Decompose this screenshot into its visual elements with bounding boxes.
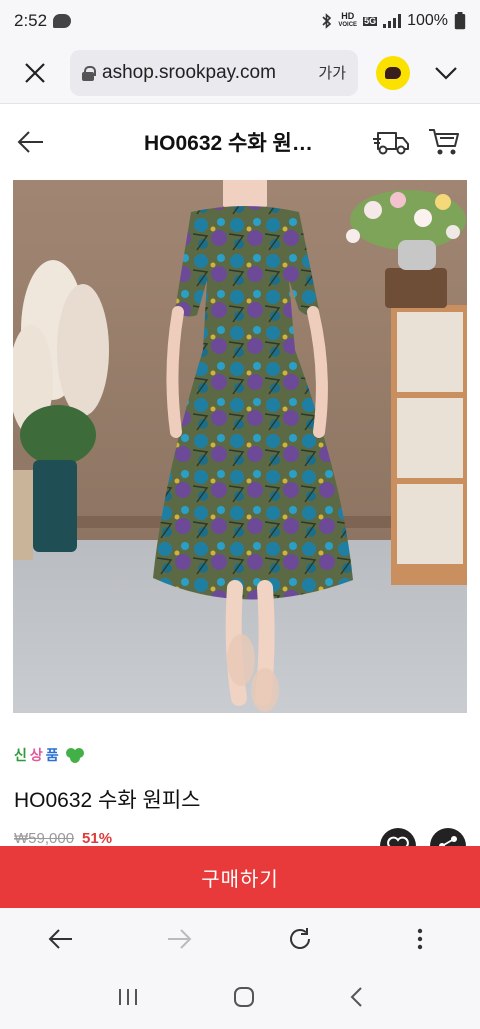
price-row: ₩59,000 51%	[14, 830, 112, 847]
battery-icon	[454, 12, 466, 30]
browser-navigation	[0, 908, 480, 970]
forward-arrow-icon	[168, 929, 192, 949]
browser-toolbar: ashop.srookpay.com 가가	[0, 42, 480, 104]
chevron-down-icon	[435, 66, 457, 80]
discount-rate: 51%	[82, 830, 113, 847]
recent-apps-button[interactable]	[117, 987, 139, 1012]
hd-voice-indicator: HD VOICE	[338, 11, 358, 29]
product-name: HO0632 수화 원피스	[14, 789, 201, 812]
reload-button[interactable]	[270, 909, 330, 969]
lock-icon	[82, 65, 96, 81]
page-header: HO0632 수화 원…	[0, 105, 480, 179]
signal-icon	[383, 14, 402, 28]
chat-bubble-icon	[385, 66, 401, 79]
back-button[interactable]	[0, 105, 60, 179]
menu-expand-button[interactable]	[434, 61, 458, 85]
more-menu-button[interactable]	[390, 909, 450, 969]
browser-back-button[interactable]	[30, 909, 90, 969]
recent-apps-icon	[119, 989, 137, 1005]
url-text: ashop.srookpay.com	[102, 61, 276, 83]
back-arrow-icon	[48, 929, 72, 949]
page-title: HO0632 수화 원…	[144, 132, 313, 155]
original-price: ₩59,000	[14, 830, 75, 847]
cart-icon[interactable]	[428, 127, 460, 157]
battery-level: 100%	[407, 12, 448, 29]
chat-notification-icon	[53, 14, 72, 28]
header-actions	[372, 127, 460, 157]
back-arrow-icon	[17, 131, 43, 153]
text-size-button[interactable]: 가가	[318, 62, 346, 83]
home-icon	[234, 987, 254, 1007]
system-navigation	[0, 970, 480, 1029]
kakao-talk-button[interactable]	[376, 55, 410, 90]
system-back-button[interactable]	[349, 986, 363, 1013]
chevron-left-icon	[350, 987, 362, 1007]
home-button[interactable]	[233, 986, 255, 1013]
5g-indicator: 5G	[363, 15, 378, 26]
address-bar[interactable]: ashop.srookpay.com 가가	[70, 49, 358, 96]
status-bar: 2:52 HD VOICE 5G 100%	[0, 0, 480, 42]
buy-button[interactable]: 구매하기	[0, 846, 480, 908]
more-vertical-icon	[417, 928, 423, 950]
reload-icon	[290, 928, 310, 949]
cabinet	[385, 268, 467, 585]
bluetooth-icon	[322, 13, 332, 29]
new-product-badge: 신 상 품	[14, 745, 88, 765]
clover-icon	[65, 748, 84, 763]
delivery-truck-icon[interactable]	[372, 127, 410, 157]
status-time: 2:52	[14, 11, 48, 30]
browser-forward-button[interactable]	[150, 909, 210, 969]
status-icons: HD VOICE 5G 100%	[322, 12, 466, 30]
close-icon	[25, 62, 45, 83]
product-image[interactable]	[13, 180, 467, 713]
close-tab-button[interactable]	[0, 42, 70, 104]
